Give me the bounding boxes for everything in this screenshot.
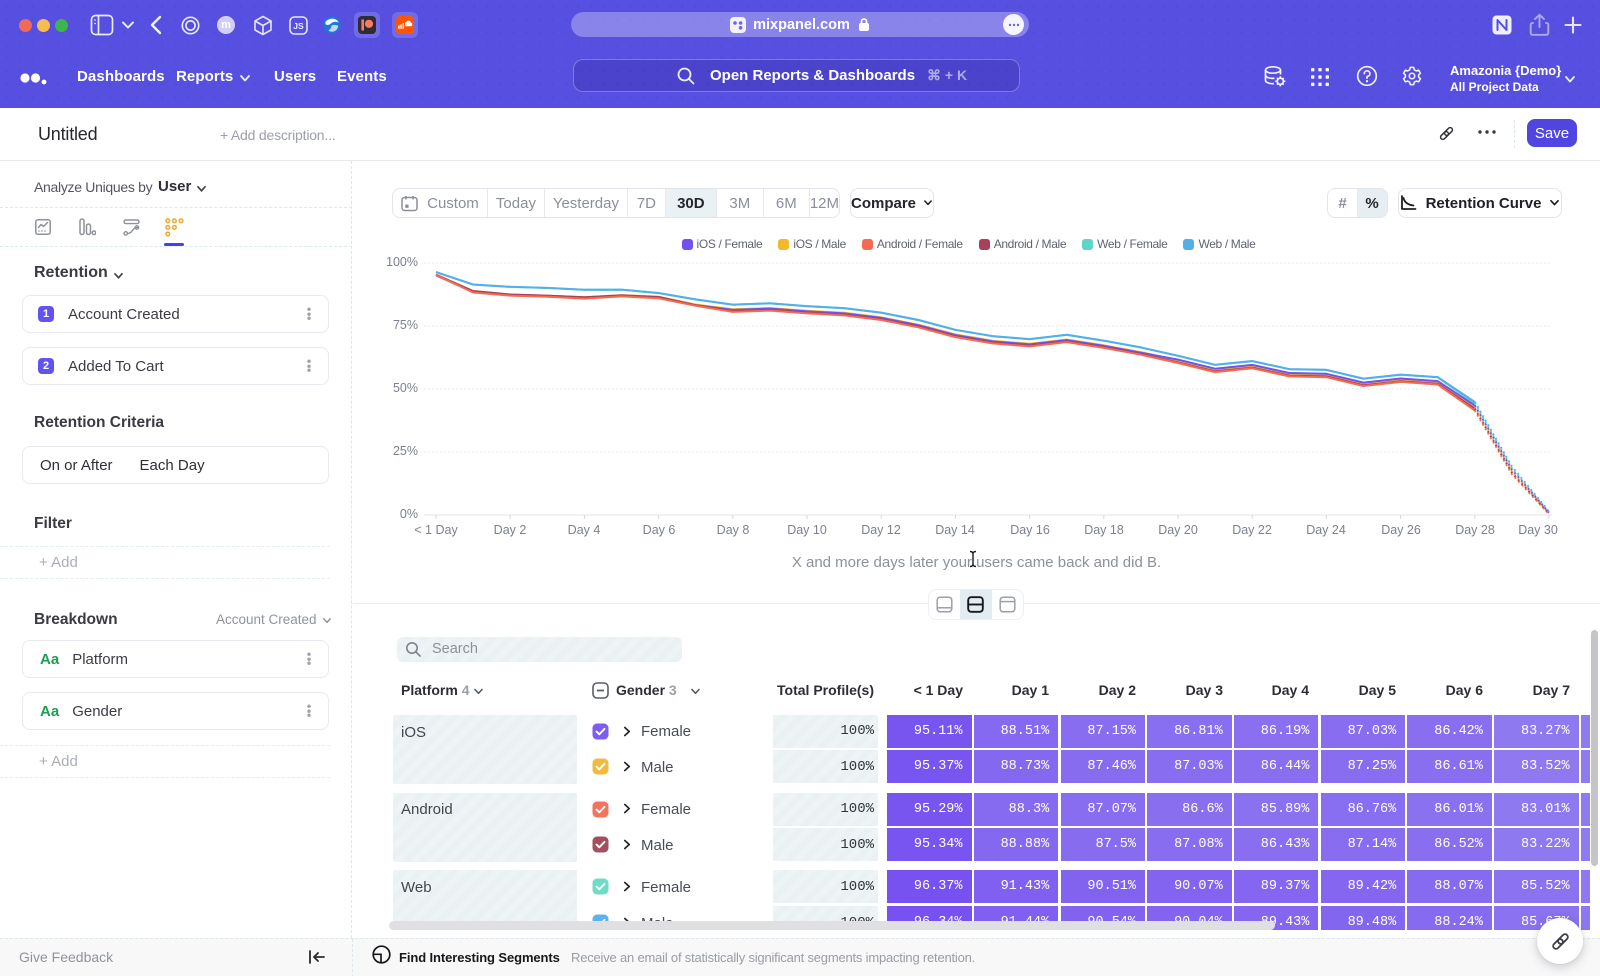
svg-text:JS: JS	[293, 21, 304, 31]
